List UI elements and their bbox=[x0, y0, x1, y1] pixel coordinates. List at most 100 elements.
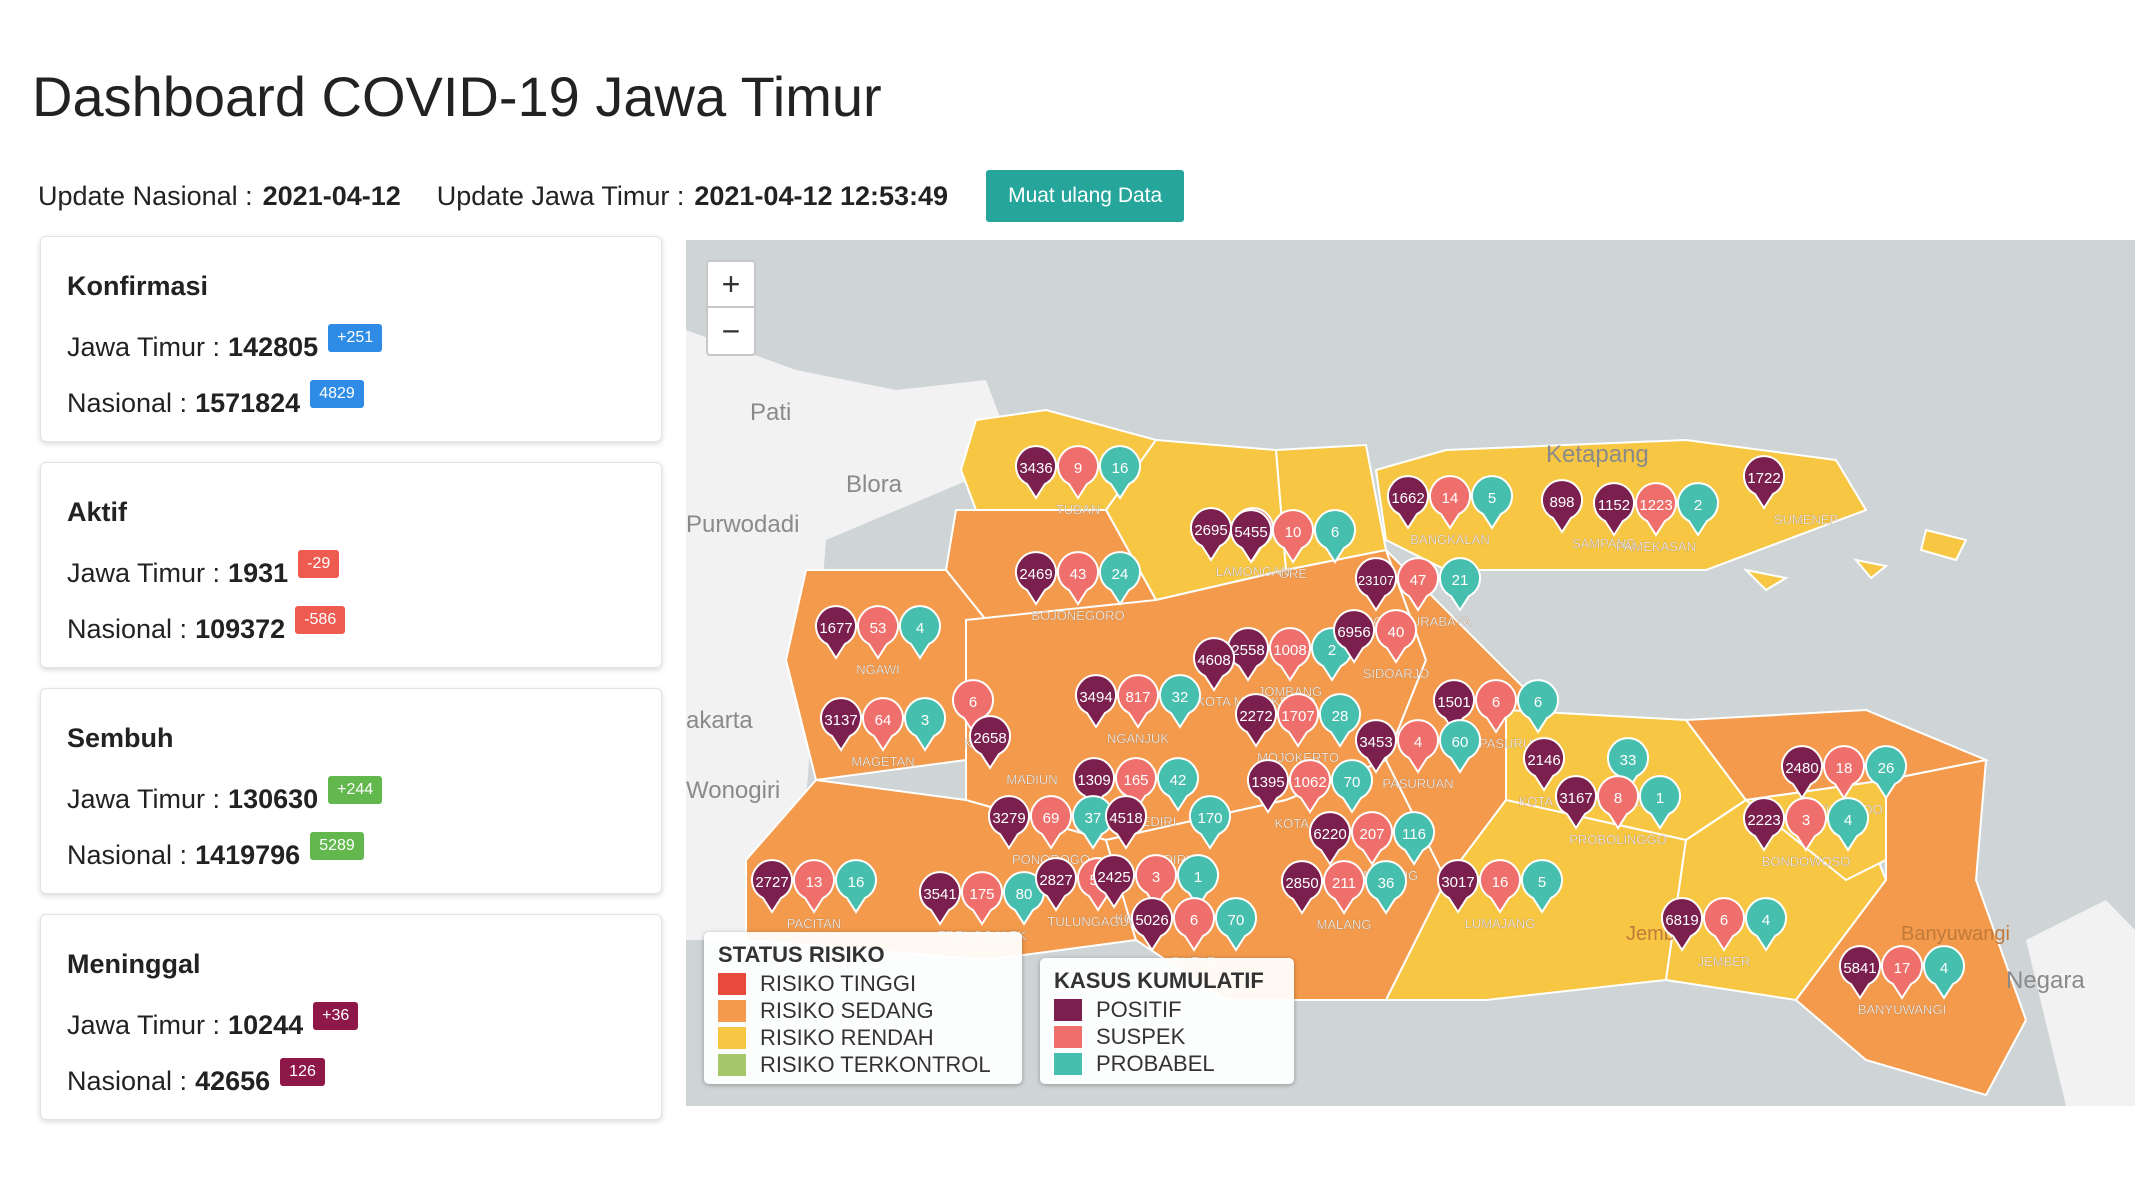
suspek-count: 817 bbox=[1125, 689, 1150, 706]
probabel-count: 116 bbox=[1402, 826, 1426, 843]
legend-title: STATUS RISIKO bbox=[718, 942, 885, 967]
suspek-count: 6 bbox=[969, 694, 977, 711]
positif-count: 898 bbox=[1549, 494, 1574, 511]
jatim-label: Jawa Timur : bbox=[67, 331, 221, 362]
positif-count: 3279 bbox=[992, 810, 1025, 827]
legend-item-positif: POSITIF bbox=[1054, 996, 1280, 1023]
nasional-row: Nasional : 42656 126 bbox=[67, 1058, 635, 1100]
jatim-row: Jawa Timur : 130630 +244 bbox=[67, 776, 635, 818]
update-nasional-label: Update Nasional : bbox=[38, 180, 253, 211]
nasional-label: Nasional : bbox=[67, 613, 188, 644]
legend-label: RISIKO TERKONTROL bbox=[760, 1051, 991, 1077]
jatim-delta-badge: +244 bbox=[328, 776, 383, 804]
card-title: Meninggal bbox=[67, 949, 201, 979]
nasional-row: Nasional : 1419796 5289 bbox=[67, 832, 635, 874]
legend-item-suspek: SUSPEK bbox=[1054, 1023, 1280, 1050]
suspek-count: 207 bbox=[1359, 826, 1384, 843]
legend-label: RISIKO RENDAH bbox=[760, 1024, 934, 1050]
probabel-count: 4 bbox=[1940, 960, 1948, 977]
map-place-label: Blora bbox=[846, 471, 903, 498]
region-name-label: BANYUWANGI bbox=[1858, 1002, 1946, 1017]
jatim-value: 142805 bbox=[228, 331, 319, 362]
positif-count: 6956 bbox=[1337, 624, 1370, 641]
region-name-label: GRE bbox=[1279, 566, 1308, 581]
positif-count: 1501 bbox=[1437, 694, 1470, 711]
jatim-value: 1931 bbox=[228, 557, 289, 588]
suspek-count: 6 bbox=[1720, 912, 1728, 929]
legend-item-rendah: RISIKO RENDAH bbox=[718, 1024, 1008, 1051]
region-name-label: NGANJUK bbox=[1107, 731, 1169, 746]
positif-count: 2695 bbox=[1194, 522, 1227, 539]
suspek-count: 43 bbox=[1070, 566, 1087, 583]
sembuh-card: Sembuh Jawa Timur : 130630 +244 Nasional… bbox=[40, 688, 662, 894]
update-jatim-label: Update Jawa Timur : bbox=[436, 180, 685, 211]
region-name-label: LUMAJANG bbox=[1465, 916, 1536, 931]
nasional-row: Nasional : 109372 -586 bbox=[67, 606, 635, 648]
reload-data-button[interactable]: Muat ulang Data bbox=[986, 170, 1185, 222]
suspek-count: 175 bbox=[969, 886, 994, 903]
positif-count: 2272 bbox=[1239, 708, 1272, 725]
suspek-count: 14 bbox=[1442, 490, 1459, 507]
probabel-count: 3 bbox=[921, 712, 929, 729]
zoom-out-button[interactable]: − bbox=[706, 308, 756, 356]
update-nasional-value: 2021-04-12 bbox=[262, 180, 401, 211]
legend-title: KASUS KUMULATIF bbox=[1054, 968, 1264, 993]
region-name-label: MAGETAN bbox=[851, 754, 914, 769]
probabel-count: 16 bbox=[848, 874, 865, 891]
swatch bbox=[718, 1026, 746, 1049]
jatim-row: Jawa Timur : 1931 -29 bbox=[67, 550, 635, 592]
suspek-count: 64 bbox=[875, 712, 892, 729]
nasional-delta-badge: 4829 bbox=[310, 380, 364, 408]
suspek-count: 53 bbox=[870, 620, 887, 637]
positif-count: 2480 bbox=[1785, 760, 1818, 777]
positif-count: 2658 bbox=[973, 730, 1006, 747]
suspek-count: 1707 bbox=[1281, 708, 1314, 725]
region-name-label: PAMEKASAN bbox=[1616, 539, 1696, 554]
probabel-marker[interactable]: 21 bbox=[1439, 557, 1481, 612]
positif-count: 3541 bbox=[923, 886, 956, 903]
nasional-row: Nasional : 1571824 4829 bbox=[67, 380, 635, 422]
region-name-label: PROBOLINGGO bbox=[1569, 832, 1667, 847]
region-name-label: BANGKALAN bbox=[1410, 532, 1489, 547]
probabel-count: 60 bbox=[1452, 734, 1469, 751]
jatim-delta-badge: +251 bbox=[328, 324, 383, 352]
positif-count: 2727 bbox=[755, 874, 788, 891]
legend-item-terkontrol: RISIKO TERKONTROL bbox=[718, 1051, 1008, 1078]
suspek-count: 40 bbox=[1388, 624, 1405, 641]
region-name-label: BONDOWOSO bbox=[1762, 854, 1851, 869]
swatch bbox=[718, 1053, 746, 1076]
probabel-count: 37 bbox=[1085, 810, 1102, 827]
map-place-label: Wonogiri bbox=[686, 777, 780, 804]
legend-item-probabel: PROBABEL bbox=[1054, 1050, 1280, 1077]
suspek-count: 3 bbox=[1152, 869, 1160, 886]
probabel-count: 4 bbox=[916, 620, 924, 637]
positif-count: 2850 bbox=[1285, 875, 1318, 892]
nasional-value: 1419796 bbox=[195, 839, 301, 870]
probabel-count: 1 bbox=[1656, 790, 1664, 807]
jatim-delta-badge: -29 bbox=[298, 550, 340, 578]
nasional-value: 42656 bbox=[195, 1065, 271, 1096]
suspek-count: 3 bbox=[1802, 812, 1810, 829]
region-name-label: MADIUN bbox=[1006, 772, 1057, 787]
suspek-count: 4 bbox=[1414, 734, 1422, 751]
jatim-value: 10244 bbox=[228, 1009, 304, 1040]
map-place-label: Ketapang bbox=[1546, 441, 1649, 468]
update-info-row: Update Nasional : 2021-04-12 Update Jawa… bbox=[38, 168, 1185, 224]
page-title: Dashboard COVID-19 Jawa Timur bbox=[32, 65, 882, 128]
swatch bbox=[1054, 998, 1082, 1021]
positif-count: 1309 bbox=[1077, 772, 1110, 789]
update-jatim-value: 2021-04-12 12:53:49 bbox=[694, 180, 949, 211]
positif-count: 3137 bbox=[824, 712, 857, 729]
nasional-delta-badge: 126 bbox=[280, 1058, 325, 1086]
suspek-count: 16 bbox=[1492, 874, 1509, 891]
zoom-in-button[interactable]: + bbox=[706, 260, 756, 308]
risk-map[interactable]: Pati Blora Purwodadi akarta Wonogiri Negara Je… bbox=[686, 240, 2135, 1106]
nasional-delta-badge: -586 bbox=[295, 606, 346, 634]
region-name-label: PASURUAN bbox=[1382, 776, 1453, 791]
probabel-count: 32 bbox=[1172, 689, 1189, 706]
positif-count: 1395 bbox=[1251, 774, 1284, 791]
positif-count: 1152 bbox=[1598, 497, 1630, 514]
legend-item-sedang: RISIKO SEDANG bbox=[718, 997, 1008, 1024]
probabel-count: 4 bbox=[1844, 812, 1852, 829]
suspek-count: 8 bbox=[1614, 790, 1622, 807]
